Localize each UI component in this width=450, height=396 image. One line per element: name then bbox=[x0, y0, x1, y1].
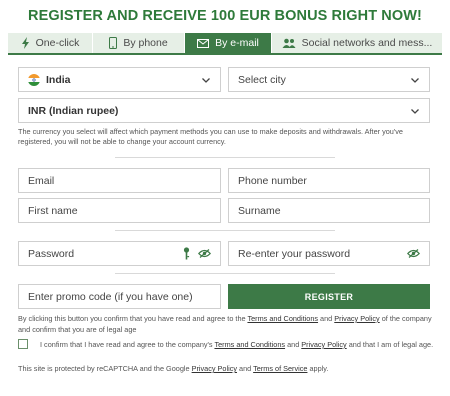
terms-notice: By clicking this button you confirm that… bbox=[18, 314, 432, 335]
password-placeholder: Password bbox=[28, 247, 75, 260]
divider bbox=[115, 230, 335, 231]
city-select[interactable]: Select city bbox=[228, 67, 430, 92]
checkbox-text: I confirm that I have read and agree to … bbox=[40, 340, 215, 349]
repassword-input[interactable]: Re-enter your password bbox=[228, 241, 430, 266]
tab-label: One-click bbox=[35, 37, 80, 49]
country-select[interactable]: India bbox=[18, 67, 221, 92]
tab-one-click[interactable]: One-click bbox=[8, 33, 93, 53]
chevron-down-icon bbox=[201, 75, 211, 85]
promo-placeholder: Enter promo code (if you have one) bbox=[28, 290, 193, 303]
page-title: REGISTER AND RECEIVE 100 EUR BONUS RIGHT… bbox=[28, 8, 422, 24]
promo-code-input[interactable]: Enter promo code (if you have one) bbox=[18, 284, 221, 309]
email-placeholder: Email bbox=[28, 174, 55, 187]
city-placeholder: Select city bbox=[238, 73, 286, 86]
checkbox-terms-link[interactable]: Terms and Conditions bbox=[214, 340, 285, 349]
repassword-placeholder: Re-enter your password bbox=[238, 247, 351, 260]
checkbox-label: I confirm that I have read and agree to … bbox=[40, 340, 435, 351]
checkbox-text: and bbox=[285, 340, 302, 349]
india-flag-icon bbox=[28, 73, 40, 86]
currency-note: The currency you select will affect whic… bbox=[18, 127, 403, 146]
legal-age-checkbox[interactable] bbox=[18, 339, 28, 349]
recaptcha-text: This site is protected by reCAPTCHA and … bbox=[18, 364, 192, 373]
surname-input[interactable]: Surname bbox=[228, 198, 430, 223]
key-icon[interactable] bbox=[183, 247, 190, 260]
recaptcha-notice: This site is protected by reCAPTCHA and … bbox=[18, 364, 432, 375]
lightning-icon bbox=[21, 37, 30, 49]
divider bbox=[115, 157, 335, 158]
privacy-link[interactable]: Privacy Policy bbox=[334, 314, 379, 323]
phone-input[interactable]: Phone number bbox=[228, 168, 430, 193]
checkbox-text: and that I am of legal age. bbox=[346, 340, 434, 349]
recaptcha-text: and bbox=[237, 364, 254, 373]
first-name-input[interactable]: First name bbox=[18, 198, 221, 223]
envelope-icon bbox=[197, 38, 210, 48]
eye-hidden-icon[interactable] bbox=[407, 249, 420, 258]
recaptcha-text: apply. bbox=[307, 364, 329, 373]
tab-by-phone[interactable]: By phone bbox=[93, 33, 185, 53]
checkbox-privacy-link[interactable]: Privacy Policy bbox=[301, 340, 346, 349]
phone-placeholder: Phone number bbox=[238, 174, 307, 187]
terms-link[interactable]: Terms and Conditions bbox=[247, 314, 318, 323]
google-privacy-link[interactable]: Privacy Policy bbox=[192, 364, 237, 373]
email-input[interactable]: Email bbox=[18, 168, 221, 193]
eye-hidden-icon[interactable] bbox=[198, 249, 211, 258]
google-tos-link[interactable]: Terms of Service bbox=[253, 364, 307, 373]
surname-placeholder: Surname bbox=[238, 204, 281, 217]
tab-label: By phone bbox=[123, 37, 168, 49]
registration-tabs: One-click By phone By e-mail Social netw… bbox=[8, 33, 442, 55]
tab-by-email[interactable]: By e-mail bbox=[185, 33, 272, 53]
country-value: India bbox=[46, 73, 71, 86]
chevron-down-icon bbox=[410, 75, 420, 85]
tab-label: By e-mail bbox=[215, 37, 259, 49]
register-button[interactable]: REGISTER bbox=[228, 284, 430, 309]
divider bbox=[115, 273, 335, 274]
terms-text: By clicking this button you confirm that… bbox=[18, 314, 248, 323]
tab-label: Social networks and mess... bbox=[301, 37, 433, 49]
currency-select[interactable]: INR (Indian rupee) bbox=[18, 98, 430, 123]
currency-value: INR (Indian rupee) bbox=[28, 104, 119, 117]
chevron-down-icon bbox=[410, 106, 420, 116]
terms-text: and bbox=[318, 314, 335, 323]
tab-social-networks[interactable]: Social networks and mess... bbox=[272, 33, 442, 53]
first-name-placeholder: First name bbox=[28, 204, 78, 217]
phone-icon bbox=[109, 37, 118, 49]
people-icon bbox=[282, 38, 296, 48]
password-input[interactable]: Password bbox=[18, 241, 221, 266]
